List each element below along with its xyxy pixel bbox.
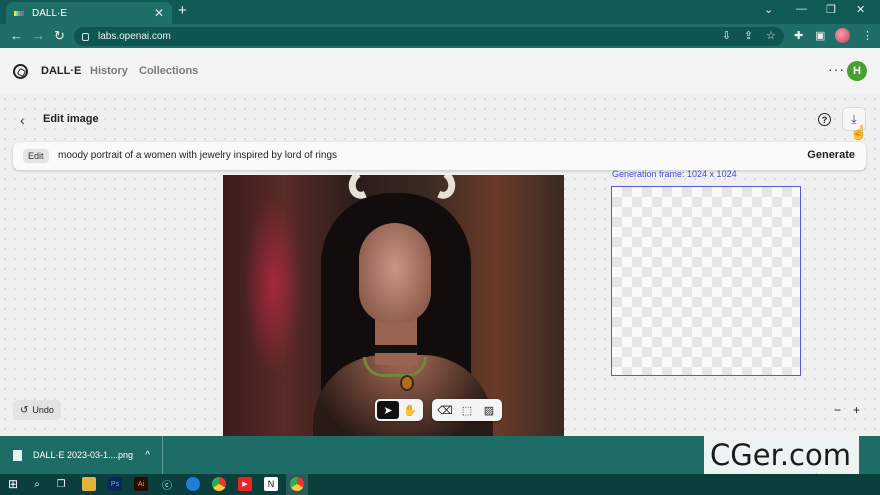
- browser-menu-icon[interactable]: ⋮: [862, 29, 873, 42]
- download-file-name: DALL·E 2023-03-1....png: [33, 450, 134, 460]
- os-taskbar: ⊞ ⌕ ❐ Ps Ai ⓒ ▶ N: [0, 474, 880, 495]
- edit-tools-group: ⌫ ⬚ ▨: [432, 399, 502, 421]
- task-view-icon[interactable]: ❐: [54, 477, 68, 491]
- minimize-button[interactable]: —: [796, 3, 807, 15]
- edge-icon[interactable]: [186, 477, 200, 491]
- youtube-icon[interactable]: ▶: [238, 477, 252, 491]
- lock-icon: [82, 32, 89, 41]
- select-arrow-icon[interactable]: ➤: [377, 401, 399, 419]
- browser-titlebar: DALL·E ✕ + ⌄ — ❐ ✕: [0, 0, 880, 24]
- generation-frame[interactable]: [611, 186, 801, 376]
- browser-tab[interactable]: DALL·E ✕: [6, 2, 172, 24]
- help-icon[interactable]: ?: [818, 113, 831, 126]
- address-bar[interactable]: labs.openai.com: [74, 27, 784, 46]
- install-app-icon[interactable]: ⇩: [722, 29, 731, 42]
- pan-hand-icon[interactable]: ✋: [399, 401, 421, 419]
- eraser-icon[interactable]: ⌫: [434, 401, 456, 419]
- undo-icon: ↺: [20, 404, 29, 416]
- tab-search-icon[interactable]: ⌄: [764, 3, 773, 16]
- restore-button[interactable]: ❐: [826, 3, 836, 16]
- prompt-input[interactable]: moody portrait of a women with jewelry i…: [58, 150, 337, 161]
- file-explorer-icon[interactable]: [82, 477, 96, 491]
- browser-profile-avatar[interactable]: [835, 28, 850, 43]
- add-frame-icon[interactable]: ⬚: [456, 401, 478, 419]
- windows-start-icon[interactable]: ⊞: [6, 477, 20, 491]
- more-menu-icon[interactable]: ···: [828, 61, 845, 77]
- undo-button[interactable]: ↺ Undo: [13, 400, 61, 420]
- notion-icon[interactable]: N: [264, 477, 278, 491]
- reload-icon[interactable]: ↻: [54, 28, 65, 44]
- browser-toolbar: ← → ↻ labs.openai.com ⇩ ⇪ ☆ ✚ ▣ ⋮: [0, 24, 880, 48]
- brand-title[interactable]: DALL·E: [41, 65, 81, 77]
- pointer-cursor-icon: ☝: [850, 124, 868, 140]
- forward-nav-icon[interactable]: →: [32, 28, 45, 43]
- generate-button[interactable]: Generate: [807, 149, 855, 161]
- page-title: Edit image: [43, 113, 99, 125]
- file-icon: [13, 449, 22, 461]
- watermark-title: CGer.com: [710, 438, 851, 472]
- app-header: DALL·E History Collections ··· H: [0, 48, 880, 94]
- chrome-icon[interactable]: [212, 477, 226, 491]
- nav-history[interactable]: History: [90, 65, 128, 77]
- url-text: labs.openai.com: [98, 31, 171, 42]
- chrome-active-icon[interactable]: [290, 477, 304, 491]
- portrait-image[interactable]: [223, 175, 564, 436]
- undo-label: Undo: [32, 405, 54, 415]
- download-options-chevron-icon[interactable]: ^: [145, 450, 150, 461]
- user-avatar[interactable]: H: [847, 61, 867, 81]
- nav-collections[interactable]: Collections: [139, 65, 198, 77]
- edit-mode-chip: Edit: [23, 149, 49, 163]
- bookmark-star-icon[interactable]: ☆: [766, 29, 776, 42]
- prompt-bar: Edit moody portrait of a women with jewe…: [13, 142, 866, 170]
- tab-title: DALL·E: [32, 7, 68, 19]
- editor-canvas[interactable]: ‹ Edit image ? ⤓ ☝ Edit moody portrait o…: [0, 94, 880, 436]
- move-tools-group: ➤ ✋: [375, 399, 423, 421]
- taskbar-search-icon[interactable]: ⌕: [30, 477, 44, 491]
- photoshop-icon[interactable]: Ps: [108, 477, 122, 491]
- download-item[interactable]: DALL·E 2023-03-1....png ^: [0, 436, 163, 474]
- upload-image-icon[interactable]: ▨: [478, 401, 500, 419]
- dalle-favicon-icon: [14, 10, 24, 16]
- openai-logo-icon[interactable]: [13, 64, 28, 79]
- back-nav-icon[interactable]: ←: [10, 28, 23, 43]
- illustrator-icon[interactable]: Ai: [134, 477, 148, 491]
- app-c-icon[interactable]: ⓒ: [160, 477, 174, 492]
- close-window-button[interactable]: ✕: [856, 3, 865, 16]
- side-panel-icon[interactable]: ▣: [815, 29, 825, 42]
- new-tab-button[interactable]: +: [178, 2, 187, 19]
- extensions-puzzle-icon[interactable]: ✚: [794, 29, 803, 42]
- zoom-in-button[interactable]: +: [853, 403, 860, 417]
- back-chevron-icon[interactable]: ‹: [20, 112, 25, 128]
- zoom-out-button[interactable]: −: [834, 403, 841, 417]
- tab-close-icon[interactable]: ✕: [154, 6, 164, 20]
- share-icon[interactable]: ⇪: [744, 29, 753, 42]
- generation-frame-label: Generation frame: 1024 x 1024: [612, 169, 737, 179]
